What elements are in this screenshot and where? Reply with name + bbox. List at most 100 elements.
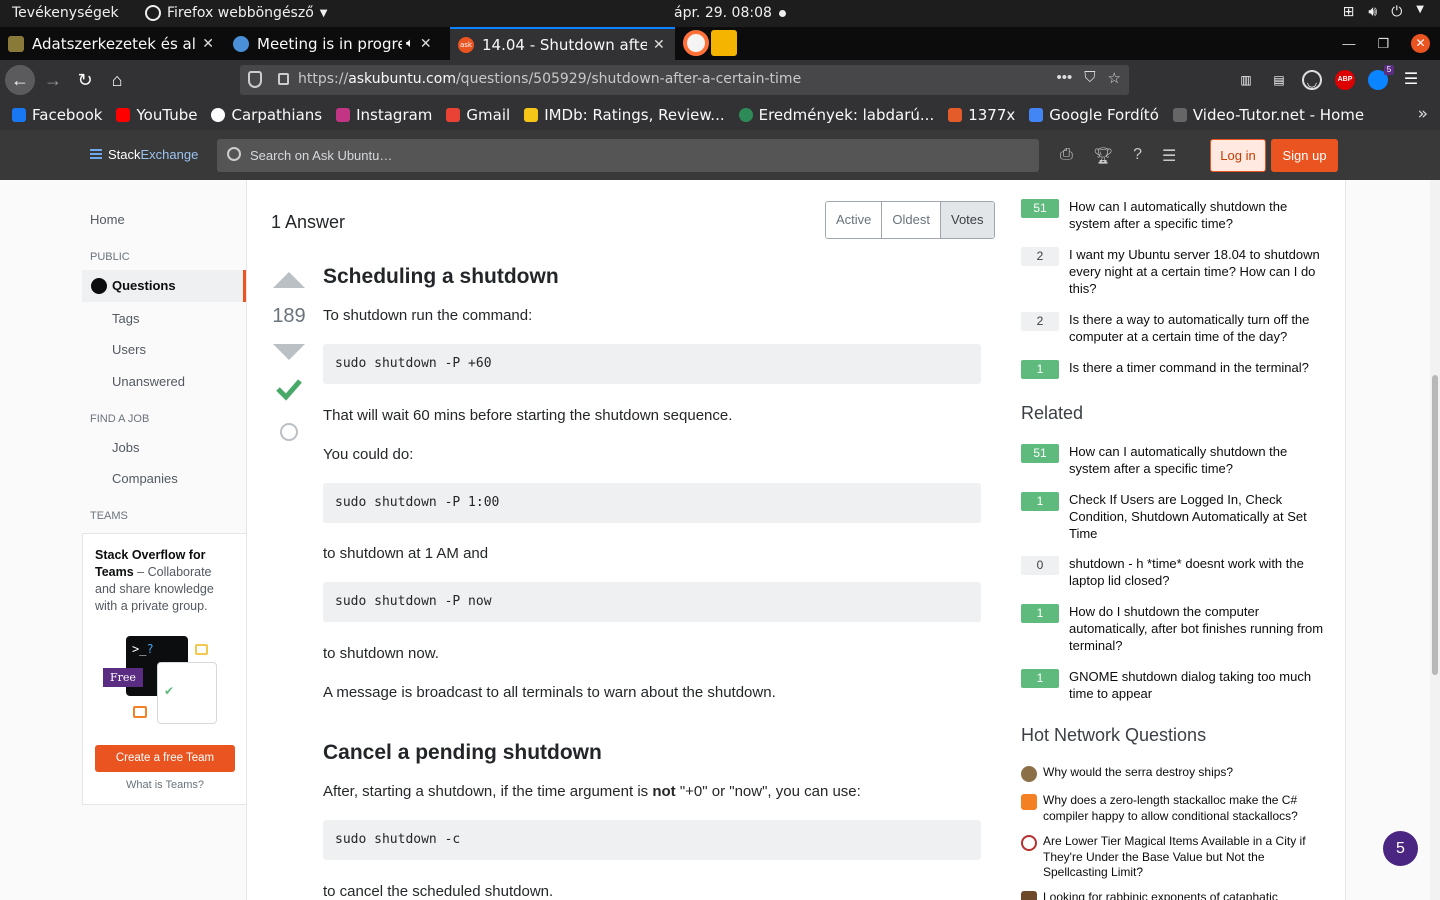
tab-meeting[interactable]: Meeting is in progress 🔈︎ ✕ [225, 27, 447, 60]
inbox-icon[interactable]: ⎙ [1060, 146, 1073, 166]
nav-unanswered[interactable]: Unanswered [112, 374, 185, 389]
nav-questions[interactable]: Questions [82, 270, 246, 302]
clock[interactable]: ápr. 29. 08:08 [674, 5, 772, 21]
stackexchange-logo[interactable]: StackExchange [90, 147, 198, 162]
site-header: StackExchange Search on Ask Ubuntu… ⎙ 🏆︎… [0, 130, 1440, 180]
url-bar[interactable]: https://askubuntu.com/questions/505929/s… [240, 65, 1129, 95]
more-icon[interactable]: ••• [1057, 69, 1073, 87]
chevron-double-right-icon[interactable]: » [1418, 104, 1428, 124]
back-button[interactable]: ← [5, 65, 35, 95]
nav-tags[interactable]: Tags [112, 311, 139, 326]
help-icon[interactable]: ? [1133, 146, 1142, 166]
menu-icon[interactable]: ☰ [1401, 70, 1421, 90]
reload-button[interactable]: ↻ [70, 65, 100, 95]
what-is-teams-link[interactable]: What is Teams? [83, 779, 247, 791]
site-search-input[interactable]: Search on Ask Ubuntu… [217, 139, 1039, 172]
power-icon: ⏻ [1391, 4, 1403, 20]
bookmark-video-tutor[interactable]: Video-Tutor.net - Home [1172, 106, 1364, 124]
window-close-icon[interactable]: ✕ [1411, 34, 1430, 53]
tracking-shield-icon[interactable] [248, 71, 262, 88]
bookmark-1377x[interactable]: 1377x [948, 106, 1015, 124]
question-link[interactable]: Why would the serra destroy ships? [1043, 765, 1321, 781]
question-link[interactable]: Are Lower Tier Magical Items Available i… [1043, 834, 1321, 881]
close-icon[interactable]: ✕ [653, 37, 665, 53]
question-link[interactable]: shutdown - h *time* doesnt work with the… [1069, 555, 1324, 589]
login-button[interactable]: Log in [1210, 139, 1266, 172]
bookmark-eredmenyek[interactable]: Eredmények: labdarú... [738, 106, 935, 124]
network-icon: ⊞ [1342, 4, 1355, 20]
signup-button[interactable]: Sign up [1271, 139, 1338, 172]
nav-companies[interactable]: Companies [112, 471, 178, 486]
paragraph: You could do: [323, 446, 414, 463]
lock-icon[interactable] [278, 73, 289, 85]
speaker-icon[interactable]: 🔈︎ [406, 36, 414, 51]
bookmark-imdb[interactable]: IMDb: Ratings, Review... [524, 106, 725, 124]
bookmark-label: YouTube [136, 106, 198, 124]
nav-jobs[interactable]: Jobs [112, 440, 139, 455]
page-scrollbar[interactable] [1430, 180, 1440, 900]
app-menu[interactable]: Firefox webböngésző ▼ [145, 5, 327, 21]
forward-button[interactable]: → [38, 65, 68, 95]
vote-count: 189 [272, 305, 306, 327]
tab-strip: Adatszerkezetek és algoritmusok ✕ Meetin… [0, 27, 1440, 60]
close-icon[interactable]: ✕ [420, 36, 432, 52]
question-link[interactable]: Check If Users are Logged In, Check Cond… [1069, 491, 1324, 542]
question-link[interactable]: How can I automatically shutdown the sys… [1069, 443, 1324, 477]
trophy-icon[interactable]: 🏆︎ [1093, 146, 1113, 166]
home-button[interactable]: ⌂ [102, 65, 132, 95]
search-placeholder: Search on Ask Ubuntu… [250, 148, 393, 163]
facebook-icon [12, 108, 26, 122]
chat-icon [133, 706, 147, 718]
activities-button[interactable]: Tevékenységek [12, 5, 119, 21]
question-link[interactable]: How can I automatically shutdown the sys… [1069, 198, 1324, 232]
upvote-button[interactable] [273, 272, 305, 288]
url-text: https://askubuntu.com/questions/505929/s… [298, 71, 801, 87]
bookmark-carpathians[interactable]: Carpathians [211, 106, 322, 124]
sort-active-button[interactable]: Active [826, 202, 883, 238]
nav-users[interactable]: Users [112, 342, 146, 357]
account-icon[interactable]: ◡ [1302, 70, 1322, 90]
bookmark-google-fordito[interactable]: Google Fordító [1029, 106, 1159, 124]
sort-oldest-button[interactable]: Oldest [882, 202, 941, 238]
adblock-icon[interactable]: ABP [1335, 70, 1355, 90]
extension-icon[interactable]: 5 [1368, 65, 1394, 90]
bookmark-instagram[interactable]: Instagram [336, 106, 432, 124]
reader-view-icon[interactable]: ▤ [1269, 70, 1289, 90]
tab-adatszerkezetek[interactable]: Adatszerkezetek és algoritmusok ✕ [0, 27, 222, 60]
bookmark-gmail[interactable]: Gmail [446, 106, 510, 124]
question-link[interactable]: Is there a way to automatically turn off… [1069, 311, 1324, 345]
library-icon[interactable]: ▥ [1236, 70, 1256, 90]
firefox-icon[interactable] [683, 30, 709, 56]
text-run: After, starting a shutdown, if the time … [323, 783, 653, 800]
close-icon[interactable]: ✕ [202, 36, 214, 52]
gmail-icon [446, 108, 461, 122]
scrollbar-thumb[interactable] [1432, 375, 1438, 675]
create-team-button[interactable]: Create a free Team [95, 745, 235, 772]
imdb-icon [524, 108, 539, 122]
question-link[interactable]: Why does a zero-length stackalloc make t… [1043, 793, 1321, 824]
pocket-icon[interactable]: ⛉ [1084, 69, 1095, 87]
history-icon[interactable] [280, 423, 298, 441]
maximize-icon[interactable]: ❐ [1377, 36, 1389, 52]
window-controls: — ❐ ✕ [1342, 34, 1430, 53]
sort-votes-button[interactable]: Votes [940, 202, 994, 238]
minimize-icon[interactable]: — [1342, 36, 1355, 51]
question-link[interactable]: Looking for rabbinic exponents of cataph… [1043, 890, 1321, 900]
bookmark-star-icon[interactable]: ☆ [1108, 69, 1121, 87]
nav-home[interactable]: Home [90, 212, 125, 227]
site-switcher-icon[interactable]: ☰ [1162, 146, 1176, 166]
paragraph: to cancel the scheduled shutdown. [323, 883, 554, 900]
microphone-icon[interactable] [711, 30, 737, 56]
downvote-button[interactable] [273, 344, 305, 360]
bookmark-youtube[interactable]: YouTube [116, 106, 197, 124]
bookmark-label: Eredmények: labdarú... [758, 106, 935, 124]
system-tray[interactable]: ⊞ 🔊︎ ⏻ ▼ [1343, 4, 1424, 20]
notification-bubble[interactable]: 5 [1383, 831, 1418, 866]
tab-extra-icons [683, 30, 737, 56]
question-link[interactable]: How do I shutdown the computer automatic… [1069, 603, 1324, 654]
tab-askubuntu[interactable]: ask 14.04 - Shutdown after a certain tim… [450, 27, 675, 60]
question-link[interactable]: I want my Ubuntu server 18.04 to shutdow… [1069, 246, 1324, 297]
bookmark-facebook[interactable]: Facebook [12, 106, 102, 124]
question-link[interactable]: Is there a timer command in the terminal… [1069, 359, 1324, 376]
question-link[interactable]: GNOME shutdown dialog taking too much ti… [1069, 668, 1324, 702]
